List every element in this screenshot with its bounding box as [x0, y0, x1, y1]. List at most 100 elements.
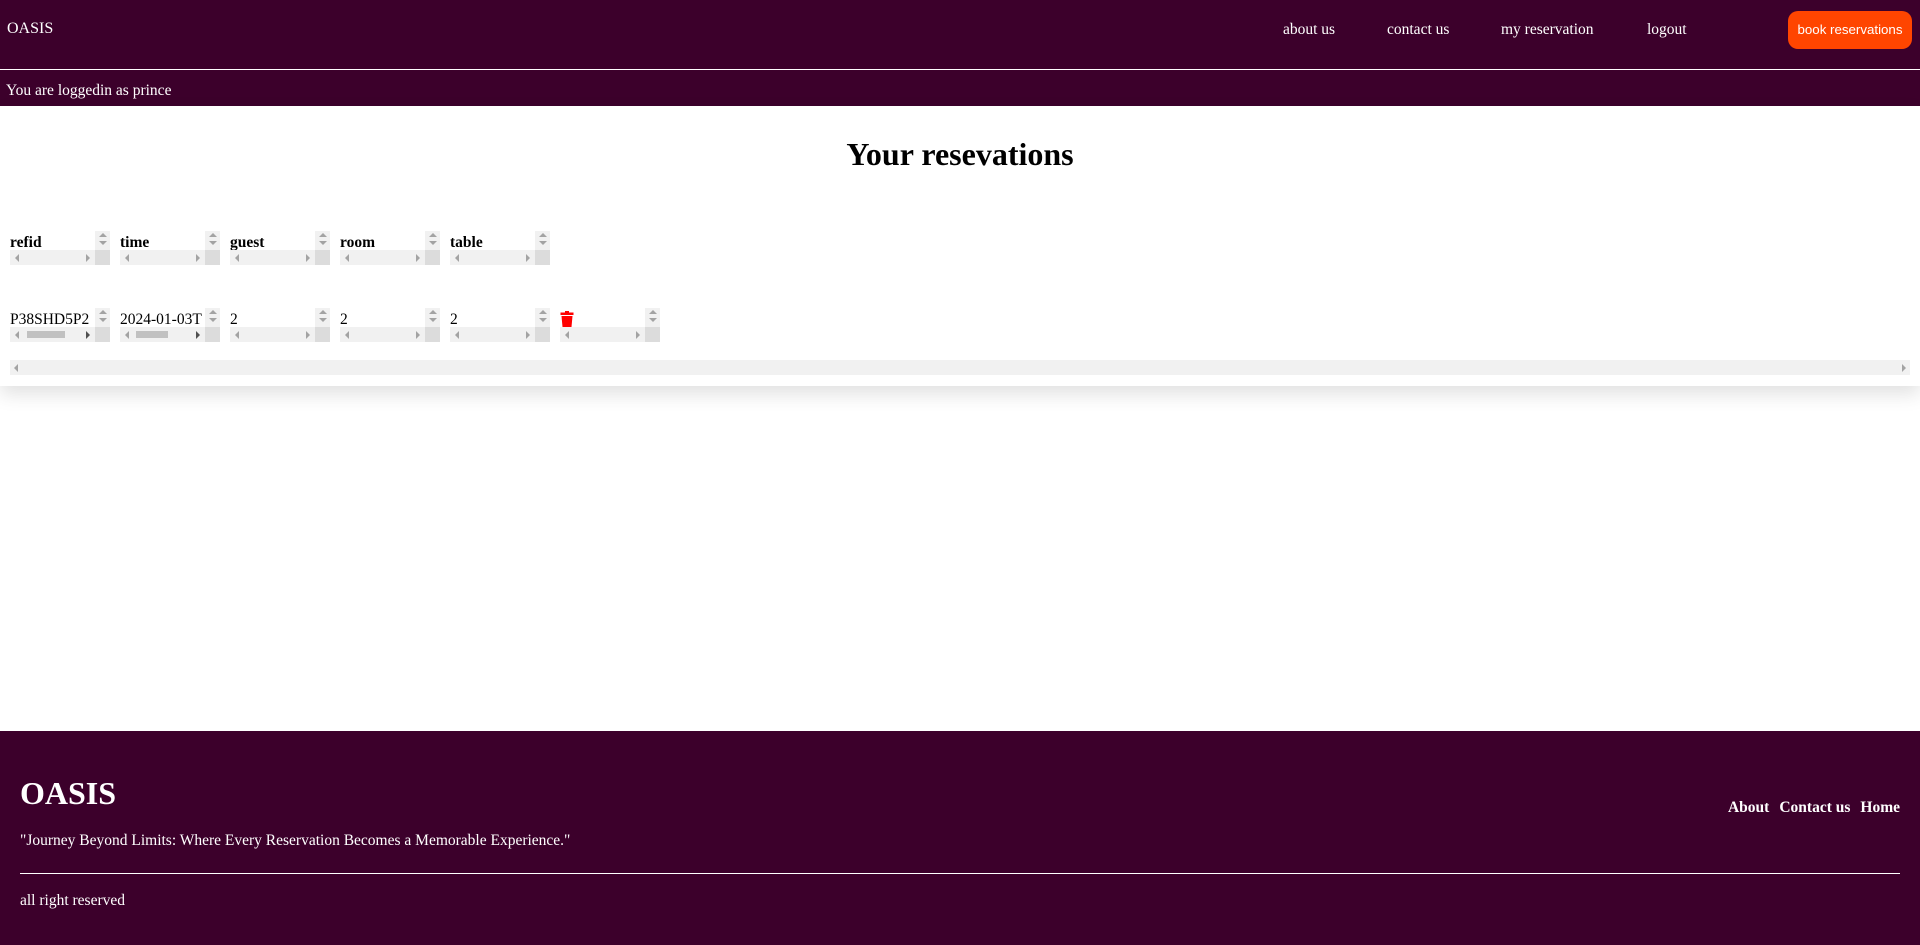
horizontal-scrollbar[interactable]	[340, 250, 425, 265]
cell-guest[interactable]: 2	[230, 308, 330, 342]
scroll-up-icon	[319, 310, 327, 314]
vertical-scrollbar[interactable]	[205, 231, 220, 250]
scroll-left-icon	[235, 254, 239, 262]
vertical-scrollbar[interactable]	[425, 308, 440, 327]
scrollbar-corner	[205, 250, 220, 265]
nav-contact-us[interactable]: contact us	[1387, 21, 1449, 39]
page-title: Your resevations	[846, 136, 1074, 172]
scroll-down-icon	[209, 318, 217, 322]
footer: OASIS "Journey Beyond Limits: Where Ever…	[0, 731, 1920, 945]
horizontal-scrollbar[interactable]	[560, 327, 645, 342]
scroll-right-icon	[306, 254, 310, 262]
scroll-down-icon	[429, 318, 437, 322]
vertical-scrollbar[interactable]	[535, 308, 550, 327]
scrollbar-corner	[425, 327, 440, 342]
cell-delete[interactable]	[560, 308, 660, 342]
vertical-scrollbar[interactable]	[315, 308, 330, 327]
scrollbar-corner	[205, 327, 220, 342]
scroll-up-icon	[209, 310, 217, 314]
footer-links: About Contact us Home	[1728, 799, 1900, 817]
column-header-time[interactable]: time	[120, 231, 220, 265]
footer-link-home[interactable]: Home	[1860, 799, 1900, 817]
scroll-right-icon	[306, 331, 310, 339]
scrollbar-corner	[315, 327, 330, 342]
scroll-down-icon	[99, 318, 107, 322]
scroll-left-icon	[15, 331, 19, 339]
scroll-down-icon	[319, 318, 327, 322]
horizontal-scrollbar[interactable]	[450, 327, 535, 342]
vertical-scrollbar[interactable]	[95, 231, 110, 250]
scroll-left-icon	[14, 364, 18, 372]
book-reservations-button[interactable]: book reservations	[1788, 11, 1912, 49]
horizontal-scrollbar[interactable]	[10, 327, 95, 342]
scrollbar-corner	[315, 250, 330, 265]
scroll-right-icon	[86, 331, 90, 339]
horizontal-scrollbar[interactable]	[120, 250, 205, 265]
vertical-scrollbar[interactable]	[535, 231, 550, 250]
scroll-left-icon	[455, 331, 459, 339]
scroll-right-icon	[526, 254, 530, 262]
horizontal-scrollbar[interactable]	[10, 250, 95, 265]
scroll-down-icon	[649, 318, 657, 322]
scrollbar-corner	[645, 327, 660, 342]
horizontal-scrollbar[interactable]	[450, 250, 535, 265]
cell-room[interactable]: 2	[340, 308, 440, 342]
scroll-right-icon	[86, 254, 90, 262]
footer-brand: OASIS	[20, 775, 117, 811]
vertical-scrollbar[interactable]	[645, 308, 660, 327]
scroll-right-icon	[196, 331, 200, 339]
scrollbar-thumb[interactable]	[27, 331, 65, 338]
scroll-down-icon	[539, 241, 547, 245]
scrollbar-corner	[425, 250, 440, 265]
cell-time[interactable]: 2024-01-03T	[120, 308, 220, 342]
footer-link-about[interactable]: About	[1728, 799, 1769, 817]
scroll-up-icon	[429, 310, 437, 314]
footer-rights: all right reserved	[20, 892, 126, 909]
horizontal-scrollbar[interactable]	[120, 327, 205, 342]
vertical-scrollbar[interactable]	[425, 231, 440, 250]
user-bar: You are loggedin as prince	[0, 70, 1920, 106]
scrollbar-corner	[95, 250, 110, 265]
column-header-room[interactable]: room	[340, 231, 440, 265]
scroll-down-icon	[539, 318, 547, 322]
horizontal-scrollbar[interactable]	[230, 250, 315, 265]
horizontal-scrollbar[interactable]	[230, 327, 315, 342]
nav-about-us[interactable]: about us	[1283, 21, 1335, 39]
scroll-left-icon	[125, 331, 129, 339]
column-header-table[interactable]: table	[450, 231, 550, 265]
footer-link-contact-us[interactable]: Contact us	[1779, 799, 1850, 817]
vertical-scrollbar[interactable]	[95, 308, 110, 327]
scroll-left-icon	[125, 254, 129, 262]
scrollbar-thumb[interactable]	[136, 331, 168, 338]
navbar: OASIS about us contact us my reservation…	[0, 0, 1920, 69]
scroll-right-icon	[196, 254, 200, 262]
vertical-scrollbar[interactable]	[315, 231, 330, 250]
column-header-refid[interactable]: refid	[10, 231, 110, 265]
scroll-left-icon	[235, 331, 239, 339]
nav-logout[interactable]: logout	[1647, 21, 1687, 39]
horizontal-scrollbar[interactable]	[340, 327, 425, 342]
trash-icon[interactable]	[560, 311, 574, 327]
scroll-up-icon	[209, 233, 217, 237]
scroll-up-icon	[539, 233, 547, 237]
table-horizontal-scrollbar[interactable]	[10, 360, 1910, 375]
scroll-left-icon	[455, 254, 459, 262]
vertical-scrollbar[interactable]	[205, 308, 220, 327]
cell-table[interactable]: 2	[450, 308, 550, 342]
column-header-guest[interactable]: guest	[230, 231, 330, 265]
nav-my-reservation[interactable]: my reservation	[1501, 21, 1594, 39]
brand-logo[interactable]: OASIS	[7, 20, 53, 38]
scroll-right-icon	[526, 331, 530, 339]
scroll-left-icon	[565, 331, 569, 339]
scroll-down-icon	[209, 241, 217, 245]
scroll-up-icon	[319, 233, 327, 237]
scroll-up-icon	[99, 310, 107, 314]
scroll-right-icon	[416, 331, 420, 339]
logged-in-text: You are loggedin as prince	[6, 82, 172, 99]
scroll-left-icon	[345, 331, 349, 339]
cell-refid[interactable]: P38SHD5P2	[10, 308, 110, 342]
scroll-up-icon	[429, 233, 437, 237]
scroll-right-icon	[636, 331, 640, 339]
scroll-left-icon	[15, 254, 19, 262]
scrollbar-corner	[95, 327, 110, 342]
